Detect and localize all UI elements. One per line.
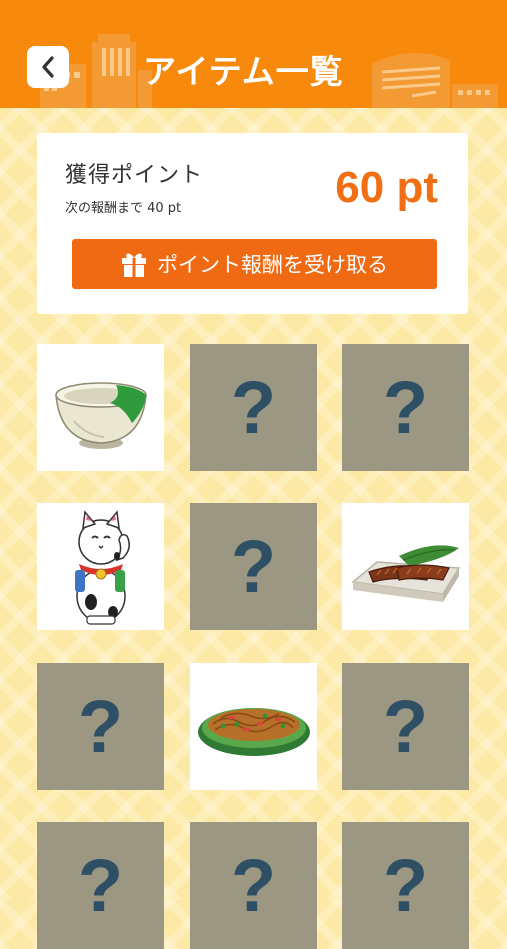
item-tile-maneki-neko[interactable] — [37, 503, 164, 630]
tea-bowl-icon — [54, 381, 147, 449]
points-value: 60 pt — [335, 163, 438, 212]
grilled-eel-icon — [350, 544, 460, 602]
unknown-item-mark: ? — [382, 843, 429, 927]
next-reward-label: 次の報酬まで 40 pt — [65, 201, 182, 216]
back-button[interactable] — [27, 46, 69, 88]
page-title: アイテム一覧 — [143, 52, 344, 91]
points-label: 獲得ポイント — [65, 163, 204, 188]
item-tile-locked[interactable]: ? — [190, 822, 317, 949]
claim-reward-button[interactable]: ポイント報酬を受け取る — [72, 239, 437, 289]
chevron-left-icon — [42, 56, 54, 78]
item-tile-tea-bowl[interactable] — [37, 344, 164, 471]
points-card: 獲得ポイント 次の報酬まで 40 pt 60 pt ポイント報酬を受け取る — [37, 133, 468, 314]
item-tile-grilled-eel[interactable] — [342, 503, 469, 630]
unknown-item-mark: ? — [230, 524, 277, 608]
item-tile-locked[interactable]: ? — [190, 344, 317, 471]
unknown-item-mark: ? — [382, 684, 429, 768]
unknown-item-mark: ? — [77, 684, 124, 768]
item-tile-locked[interactable]: ? — [342, 663, 469, 790]
unknown-item-mark: ? — [230, 365, 277, 449]
item-tile-locked[interactable]: ? — [190, 503, 317, 630]
yakisoba-icon — [197, 707, 310, 756]
item-tile-locked[interactable]: ? — [342, 344, 469, 471]
item-tile-locked[interactable]: ? — [37, 663, 164, 790]
maneki-neko-icon — [74, 509, 130, 625]
item-tile-locked[interactable]: ? — [342, 822, 469, 949]
app-header: アイテム一覧 — [0, 0, 507, 108]
unknown-item-mark: ? — [77, 843, 124, 927]
claim-reward-label: ポイント報酬を受け取る — [157, 253, 388, 277]
item-tile-locked[interactable]: ? — [37, 822, 164, 949]
gift-icon — [121, 250, 147, 278]
item-tile-yakisoba[interactable] — [190, 663, 317, 790]
unknown-item-mark: ? — [230, 843, 277, 927]
unknown-item-mark: ? — [382, 365, 429, 449]
